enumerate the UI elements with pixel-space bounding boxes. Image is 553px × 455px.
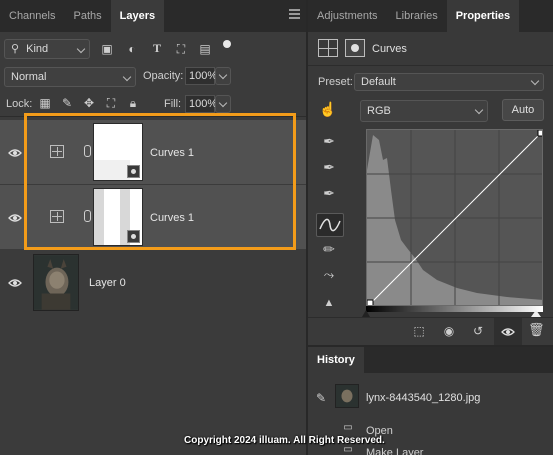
blend-mode-value: Normal — [11, 71, 47, 83]
blend-mode-dropdown[interactable]: Normal — [4, 67, 136, 87]
snapshot-thumbnail[interactable] — [335, 384, 359, 408]
smart-object-filter-icon[interactable]: ▤ — [198, 42, 212, 56]
visibility-eye-icon — [501, 328, 515, 336]
clipping-warning-icon[interactable]: ▲ — [318, 296, 340, 318]
layer-name[interactable]: Layer 0 — [89, 277, 126, 289]
white-point-eyedropper-icon[interactable]: ✒ — [318, 186, 340, 208]
lock-transparent-icon[interactable]: ▦ — [38, 96, 52, 110]
tab-history[interactable]: History — [308, 347, 364, 373]
black-point-eyedropper-icon[interactable]: ✒ — [318, 134, 340, 156]
fill-label: Fill: — [164, 98, 182, 110]
tab-properties[interactable]: Properties — [446, 0, 520, 32]
layer-name[interactable]: Curves 1 — [150, 147, 194, 159]
tab-libraries[interactable]: Libraries — [387, 0, 447, 32]
search-icon: ⚲ — [11, 43, 20, 55]
mask-badge-icon — [127, 165, 140, 178]
layer-row-curves-1-top[interactable]: Curves 1 — [0, 120, 306, 184]
tab-channels[interactable]: Channels — [0, 0, 64, 32]
white-input-slider[interactable] — [531, 310, 541, 317]
layer-row-curves-1-bottom[interactable]: Curves 1 — [0, 185, 306, 249]
mask-link-icon[interactable] — [84, 210, 91, 222]
auto-button[interactable]: Auto — [502, 99, 544, 121]
mask-properties-icon[interactable] — [345, 39, 365, 57]
properties-footer: ⬚ ◉ ↺ 🗑︎ — [308, 317, 553, 345]
history-brush-source-icon[interactable]: ✎ — [314, 391, 328, 405]
mask-link-icon[interactable] — [84, 145, 91, 157]
history-tabbar: History — [308, 347, 553, 373]
fill-input[interactable]: 100% — [185, 95, 217, 113]
lock-image-brush-icon[interactable]: ✎ — [60, 96, 74, 110]
tab-adjustments[interactable]: Adjustments — [308, 0, 387, 32]
copyright-watermark: Copyright 2024 illuam. All Right Reserve… — [184, 435, 385, 446]
history-item-make-layer[interactable]: Make Layer — [366, 447, 423, 455]
channel-value: RGB — [367, 105, 391, 117]
panel-menu-icon[interactable] — [289, 9, 300, 19]
curve-wave-icon — [319, 218, 341, 232]
visibility-eye-icon[interactable] — [8, 213, 22, 223]
visibility-eye-icon[interactable] — [8, 278, 22, 288]
black-input-slider[interactable] — [362, 310, 370, 317]
channel-dropdown[interactable]: RGB — [360, 100, 488, 122]
preset-value: Default — [361, 76, 396, 88]
gray-point-eyedropper-icon[interactable]: ✒ — [318, 160, 340, 182]
divider — [0, 116, 306, 117]
curve-white-point[interactable] — [537, 130, 543, 137]
filter-toggle-icon[interactable] — [223, 40, 231, 48]
edit-points-curve-tool[interactable] — [316, 213, 344, 237]
histogram-chart — [367, 130, 543, 305]
fill-slider-toggle[interactable] — [215, 95, 231, 113]
layer-image-thumbnail[interactable] — [33, 254, 79, 311]
layers-tabbar: Channels Paths Layers — [0, 0, 306, 32]
trash-icon[interactable]: 🗑︎ — [528, 323, 545, 337]
tab-layers[interactable]: Layers — [110, 0, 165, 32]
visibility-toggle-button[interactable] — [494, 318, 522, 345]
layer-row-layer-0[interactable]: Layer 0 — [0, 250, 306, 314]
input-gradient-bar — [366, 306, 543, 312]
lock-all-icon[interactable]: 🔒︎ — [126, 96, 140, 110]
adjustment-filter-icon[interactable]: ◐ — [125, 42, 139, 56]
opacity-label: Opacity: — [143, 70, 184, 82]
layer-filter-label: Kind — [26, 43, 49, 55]
curves-adjustment-icon — [50, 145, 64, 158]
view-previous-state-icon[interactable]: ◉ — [441, 324, 457, 338]
pencil-draw-icon[interactable]: ✏ — [318, 242, 340, 264]
opacity-slider-toggle[interactable] — [215, 67, 231, 85]
layer-name[interactable]: Curves 1 — [150, 212, 194, 224]
lock-artboard-icon[interactable]: ⛶ — [104, 96, 118, 110]
type-filter-icon[interactable]: T — [150, 41, 164, 55]
mask-badge-icon — [127, 230, 140, 243]
snapshot-name[interactable]: lynx-8443540_1280.jpg — [366, 392, 480, 404]
curves-properties-icon — [318, 39, 338, 57]
on-image-adjust-hand-icon[interactable]: ☝ — [318, 102, 338, 116]
layers-panel: Channels Paths Layers ⚲ Kind ▣ ◐ T ⛶ ▤ N… — [0, 0, 306, 455]
preset-dropdown[interactable]: Default — [354, 73, 544, 91]
divider — [308, 65, 553, 66]
curves-adjustment-icon — [50, 210, 64, 223]
reset-icon[interactable]: ↺ — [470, 324, 486, 338]
smooth-curve-icon[interactable]: ⤳ — [318, 268, 340, 290]
history-step-icon: ▭ — [343, 422, 353, 433]
lock-label: Lock: — [6, 98, 33, 110]
preset-label: Preset: — [318, 76, 353, 88]
shape-filter-icon[interactable]: ⛶ — [174, 42, 188, 56]
lock-position-icon[interactable]: ✥ — [82, 96, 96, 110]
layer-mask-thumbnail[interactable] — [93, 123, 143, 181]
tab-paths[interactable]: Paths — [64, 0, 110, 32]
layer-filter-dropdown[interactable]: ⚲ Kind — [4, 39, 90, 59]
pixel-filter-icon[interactable]: ▣ — [100, 42, 114, 56]
properties-title: Curves — [372, 43, 407, 55]
visibility-eye-icon[interactable] — [8, 148, 22, 158]
properties-panel: Adjustments Libraries Properties Curves … — [308, 0, 553, 345]
properties-tabbar: Adjustments Libraries Properties — [308, 0, 553, 32]
curves-graph[interactable] — [366, 129, 543, 306]
clip-to-layer-icon[interactable]: ⬚ — [411, 324, 427, 338]
layer-mask-thumbnail[interactable] — [93, 188, 143, 246]
opacity-input[interactable]: 100% — [185, 67, 217, 85]
